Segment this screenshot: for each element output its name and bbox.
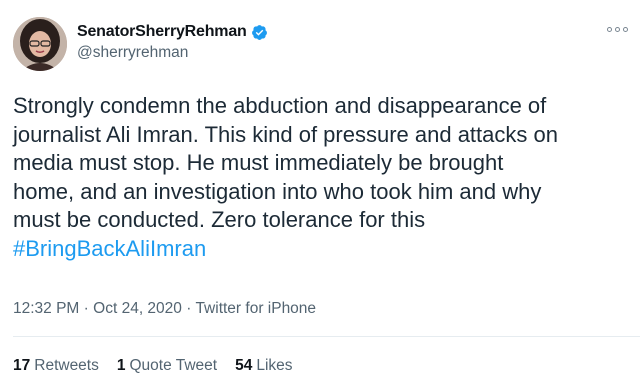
likes-stat[interactable]: 54 Likes (235, 357, 292, 375)
meta-separator: · (186, 300, 192, 317)
dot (622, 26, 628, 32)
meta-separator: · (83, 300, 89, 317)
dot (614, 26, 620, 32)
tweet-source[interactable]: Twitter for iPhone (195, 300, 316, 317)
dot (606, 26, 612, 32)
tweet-text-line: media must stop. He must immediately be … (13, 150, 504, 175)
hashtag-link[interactable]: #BringBackAliImran (13, 235, 631, 264)
tweet-text-line: home, and an investigation into who took… (13, 178, 542, 204)
divider (13, 336, 640, 337)
quote-tweets-count: 1 (116, 357, 126, 374)
tweet-text-line: must be conducted. Zero tolerance for th… (13, 207, 426, 232)
tweet-text-line: Strongly condemn the abduction and disap… (13, 93, 547, 118)
avatar[interactable] (13, 17, 67, 71)
tweet-date[interactable]: Oct 24, 2020 (93, 300, 182, 317)
name-row: SenatorSherryRehman (77, 21, 268, 43)
tweet-text-line: journalist Ali Imran. This kind of press… (13, 121, 558, 147)
avatar-image (13, 17, 67, 71)
verified-badge-icon (251, 24, 267, 40)
tweet-meta: 12:32 PM · Oct 24, 2020 · Twitter for iP… (13, 300, 316, 318)
handle[interactable]: @sherryrehman (77, 44, 268, 62)
quote-tweets-stat[interactable]: 1 Quote Tweet (117, 357, 217, 375)
quote-tweets-label: Quote Tweet (129, 357, 218, 374)
retweets-label: Retweets (34, 357, 99, 374)
more-options-icon[interactable] (604, 23, 630, 35)
tweet-time[interactable]: 12:32 PM (13, 300, 79, 317)
retweets-stat[interactable]: 17 Retweets (13, 357, 99, 375)
retweets-count: 17 (13, 357, 31, 374)
display-name[interactable]: SenatorSherryRehman (77, 23, 247, 41)
tweet-card: SenatorSherryRehman @sherryrehman Strong… (0, 0, 640, 389)
author-info[interactable]: SenatorSherryRehman @sherryrehman (77, 21, 268, 62)
engagement-stats: 17 Retweets 1 Quote Tweet 54 Likes (13, 357, 311, 375)
likes-count: 54 (235, 357, 253, 374)
likes-label: Likes (256, 357, 293, 374)
tweet-text: Strongly condemn the abduction and disap… (13, 92, 631, 263)
